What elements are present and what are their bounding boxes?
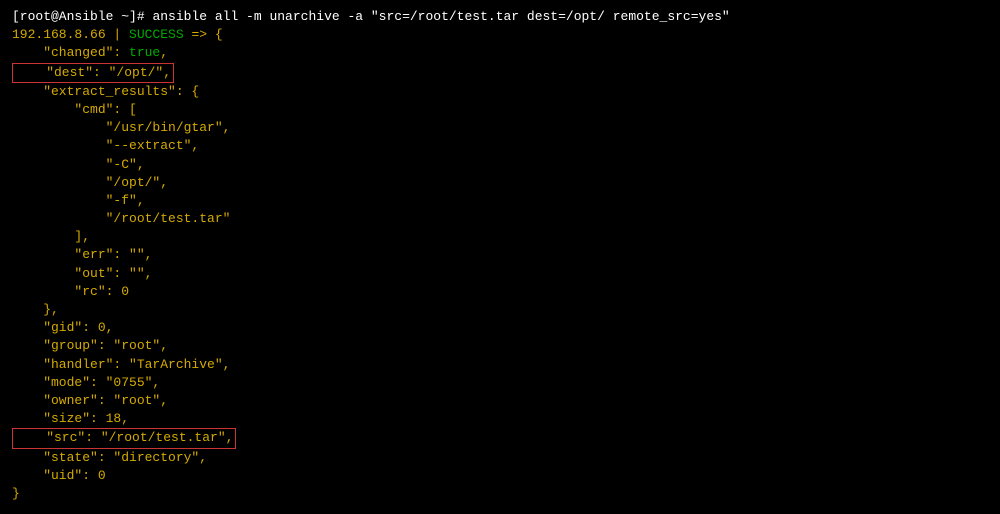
separator: | [106, 27, 129, 42]
src-line-wrapper: "src": "/root/test.tar", [12, 428, 988, 448]
close-brace: } [12, 485, 988, 503]
err-line: "err": "", [12, 246, 988, 264]
command-text: ansible all -m unarchive -a "src=/root/t… [152, 9, 729, 24]
result-header: 192.168.8.66 | SUCCESS => { [12, 26, 988, 44]
cmd-item-4: "-f", [12, 192, 988, 210]
rc-line: "rc": 0 [12, 283, 988, 301]
extract-results-close: }, [12, 301, 988, 319]
group-line: "group": "root", [12, 337, 988, 355]
cmd-item-2: "-C", [12, 156, 988, 174]
arrow-brace: => { [184, 27, 223, 42]
status-text: SUCCESS [129, 27, 184, 42]
cmd-item-3: "/opt/", [12, 174, 988, 192]
cmd-close: ], [12, 228, 988, 246]
out-line: "out": "", [12, 265, 988, 283]
mode-line: "mode": "0755", [12, 374, 988, 392]
cmd-item-5: "/root/test.tar" [12, 210, 988, 228]
dest-line-wrapper: "dest": "/opt/", [12, 63, 988, 83]
shell-prompt: [root@Ansible ~]# [12, 9, 152, 24]
changed-key: "changed": [12, 45, 129, 60]
state-line: "state": "directory", [12, 449, 988, 467]
changed-comma: , [160, 45, 168, 60]
changed-line: "changed": true, [12, 44, 988, 62]
handler-line: "handler": "TarArchive", [12, 356, 988, 374]
cmd-item-1: "--extract", [12, 137, 988, 155]
src-highlight: "src": "/root/test.tar", [12, 428, 236, 448]
cmd-item-0: "/usr/bin/gtar", [12, 119, 988, 137]
extract-results-open: "extract_results": { [12, 83, 988, 101]
cmd-open: "cmd": [ [12, 101, 988, 119]
size-line: "size": 18, [12, 410, 988, 428]
command-line: [root@Ansible ~]# ansible all -m unarchi… [12, 8, 988, 26]
owner-line: "owner": "root", [12, 392, 988, 410]
changed-value: true [129, 45, 160, 60]
uid-line: "uid": 0 [12, 467, 988, 485]
dest-highlight: "dest": "/opt/", [12, 63, 174, 83]
host-ip: 192.168.8.66 [12, 27, 106, 42]
gid-line: "gid": 0, [12, 319, 988, 337]
